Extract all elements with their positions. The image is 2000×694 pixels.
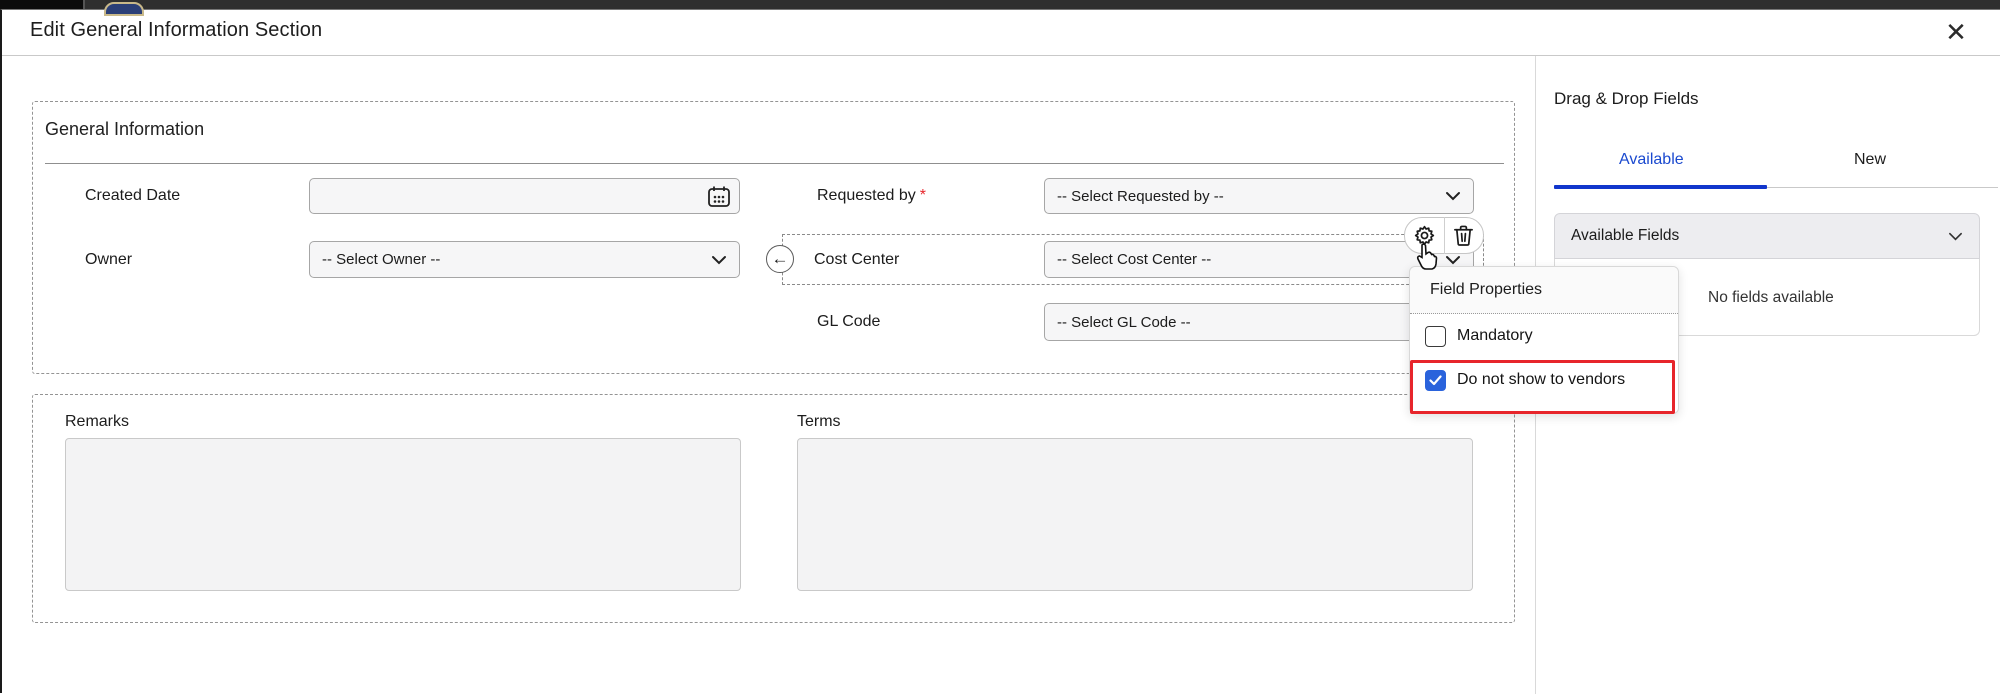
checkmark-icon [1429,375,1442,386]
chevron-down-icon [1445,188,1461,204]
requested-by-label: Requested by* [817,187,926,205]
edit-section-modal: Edit General Information Section ✕ Gener… [0,9,2000,693]
mandatory-label: Mandatory [1457,327,1533,345]
section-title: General Information [45,119,204,140]
available-fields-label: Available Fields [1571,227,1679,245]
field-properties-popup: Field Properties Mandatory Do not show t… [1409,266,1679,414]
do-not-show-label: Do not show to vendors [1457,371,1625,389]
mandatory-checkbox[interactable] [1425,326,1446,347]
trash-icon [1453,224,1474,247]
do-not-show-option-row[interactable]: Do not show to vendors [1410,358,1678,402]
owner-label: Owner [85,251,132,269]
cost-center-label: Cost Center [814,251,899,269]
owner-value: -- Select Owner -- [322,251,711,268]
mouse-hand-cursor [1413,242,1439,272]
created-date-label: Created Date [85,187,180,205]
remarks-label: Remarks [65,413,129,431]
terms-label: Terms [797,413,841,431]
move-left-icon[interactable]: ← [766,245,794,273]
gl-code-value: -- Select GL Code -- [1057,314,1461,331]
background-block [0,0,85,9]
owner-select[interactable]: -- Select Owner -- [309,241,740,278]
cost-center-value: -- Select Cost Center -- [1057,251,1445,268]
background-avatar-peek [104,2,144,16]
no-fields-message: No fields available [1708,289,1834,307]
gl-code-label: GL Code [817,313,880,331]
modal-title: Edit General Information Section [30,19,322,42]
requested-by-select[interactable]: -- Select Requested by -- [1044,178,1474,214]
available-fields-accordion[interactable]: Available Fields [1554,213,1980,259]
do-not-show-checkbox[interactable] [1425,370,1446,391]
tab-available[interactable]: Available [1619,151,1684,169]
chevron-down-icon [711,252,727,268]
popup-title: Field Properties [1410,267,1678,314]
terms-textarea[interactable] [797,438,1473,591]
calendar-icon[interactable] [706,184,732,210]
modal-header: Edit General Information Section ✕ [2,10,2000,56]
field-delete-button[interactable] [1444,218,1483,253]
close-icon[interactable]: ✕ [1938,14,1974,50]
remarks-textarea[interactable] [65,438,741,591]
background-page-strip [0,0,2000,9]
section-title-divider [45,163,1504,164]
required-asterisk: * [920,187,926,204]
chevron-down-icon [1948,229,1963,244]
tab-new[interactable]: New [1854,151,1886,169]
active-tab-indicator [1554,185,1767,189]
requested-by-value: -- Select Requested by -- [1057,188,1445,205]
created-date-input[interactable] [309,178,740,214]
panel-heading: Drag & Drop Fields [1554,89,1699,109]
mandatory-option-row[interactable]: Mandatory [1410,314,1678,358]
